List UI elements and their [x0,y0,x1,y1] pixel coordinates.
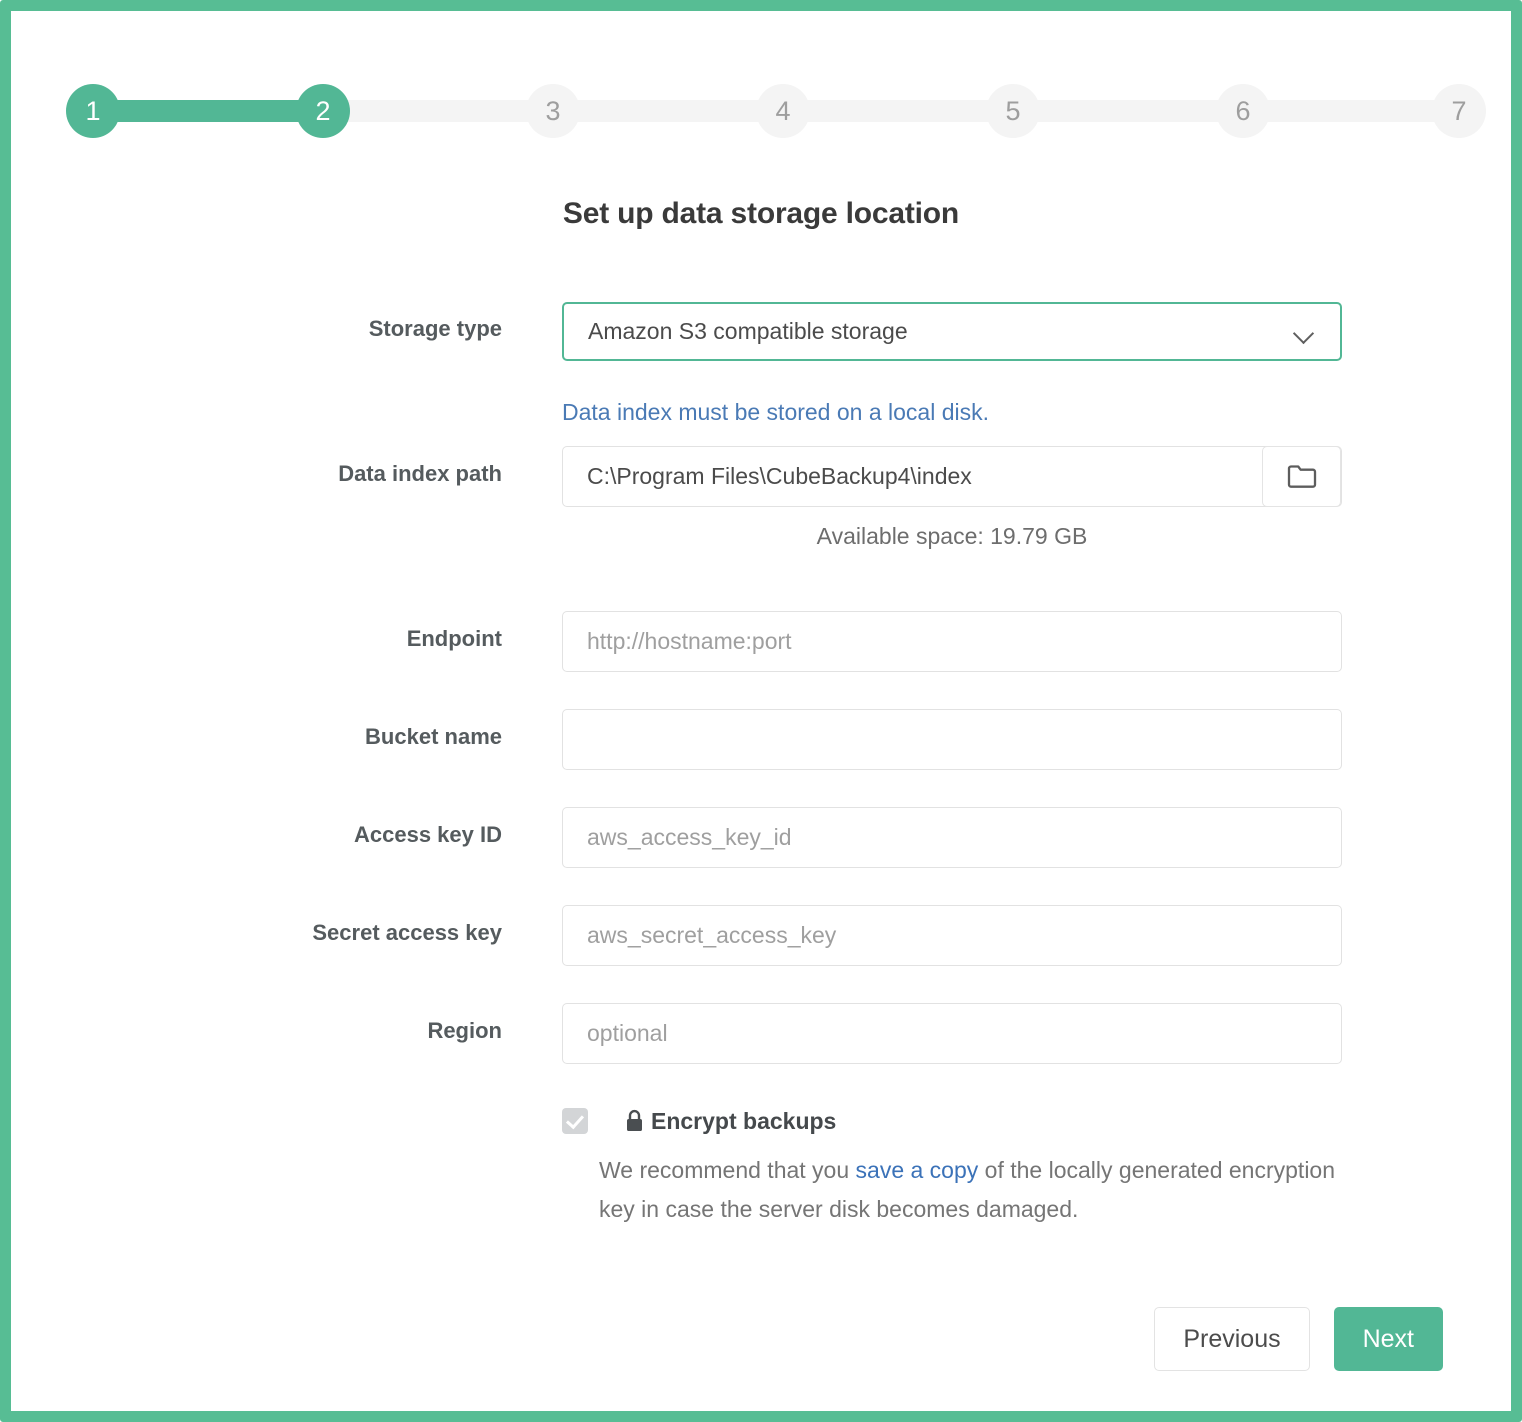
encrypt-backups-block: Encrypt backups We recommend that you sa… [562,1104,1352,1229]
encrypt-backups-description: We recommend that you save a copy of the… [599,1151,1347,1229]
data-index-path-label: Data index path [11,461,502,487]
secret-access-key-label: Secret access key [11,920,502,946]
save-a-copy-link[interactable]: save a copy [856,1157,979,1183]
wizard-button-bar: Previous Next [11,1307,1443,1371]
access-key-id-label: Access key ID [11,822,502,848]
data-index-path-input[interactable] [562,446,1342,507]
chevron-down-icon [1294,326,1314,338]
local-disk-hint: Data index must be stored on a local dis… [562,399,989,426]
encrypt-backups-checkbox[interactable] [562,1108,588,1134]
endpoint-input[interactable] [562,611,1342,672]
step-6[interactable]: 6 [1216,84,1270,138]
endpoint-label: Endpoint [11,626,502,652]
wizard-page: 1 2 3 4 5 6 7 Set up data storage locati… [11,11,1511,1411]
storage-type-label: Storage type [11,316,502,342]
step-7[interactable]: 7 [1432,84,1486,138]
access-key-id-input[interactable] [562,807,1342,868]
region-label: Region [11,1018,502,1044]
step-2[interactable]: 2 [296,84,350,138]
lock-icon [625,1109,644,1133]
page-title: Set up data storage location [11,197,1511,231]
step-1[interactable]: 1 [66,84,120,138]
secret-access-key-input[interactable] [562,905,1342,966]
storage-type-value: Amazon S3 compatible storage [588,318,908,345]
encrypt-backups-label: Encrypt backups [651,1108,836,1135]
encrypt-desc-before: We recommend that you [599,1157,856,1183]
step-3[interactable]: 3 [526,84,580,138]
wizard-window: 1 2 3 4 5 6 7 Set up data storage locati… [0,0,1522,1422]
bucket-name-label: Bucket name [11,724,502,750]
storage-type-select[interactable]: Amazon S3 compatible storage [562,302,1342,361]
encrypt-backups-header: Encrypt backups [562,1104,1352,1138]
folder-icon [1287,464,1317,490]
next-button[interactable]: Next [1334,1307,1443,1371]
available-space-text: Available space: 19.79 GB [562,523,1342,550]
browse-folder-button[interactable] [1262,446,1341,507]
previous-button[interactable]: Previous [1154,1307,1309,1371]
wizard-stepper: 1 2 3 4 5 6 7 [66,84,1486,140]
bucket-name-input[interactable] [562,709,1342,770]
step-5[interactable]: 5 [986,84,1040,138]
step-4[interactable]: 4 [756,84,810,138]
region-input[interactable] [562,1003,1342,1064]
